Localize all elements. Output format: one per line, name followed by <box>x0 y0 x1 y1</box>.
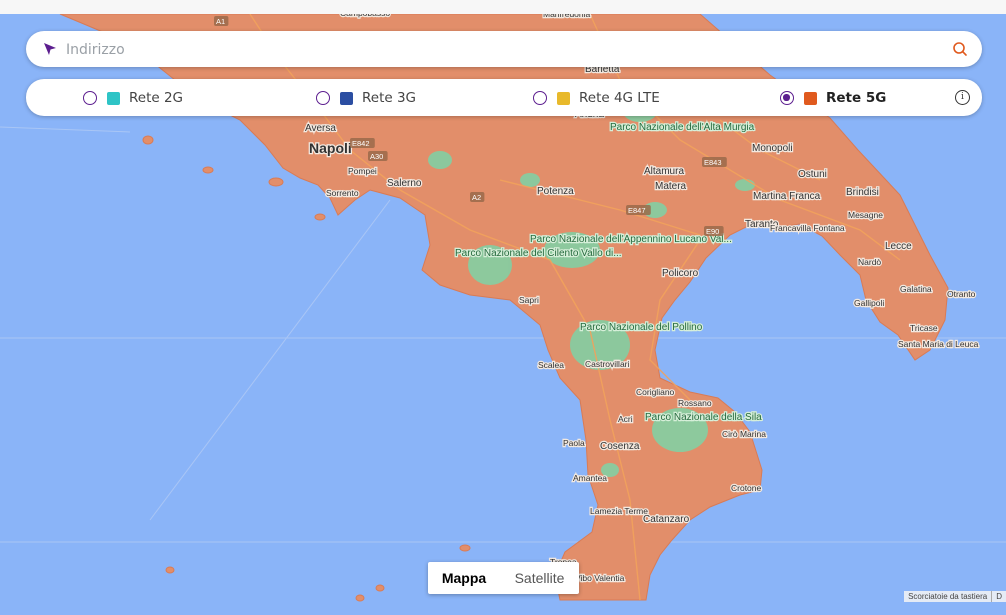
road-label: A30 <box>370 152 383 161</box>
radio-button[interactable] <box>316 91 330 105</box>
map-label: Tricase <box>910 323 938 333</box>
road-label: E843 <box>704 158 722 167</box>
map-label: Parco Nazionale della Sila <box>645 412 762 423</box>
map-label: Potenza <box>537 186 574 197</box>
road-shield: E847 <box>626 205 651 215</box>
filter-rete-5g[interactable]: Rete 5G <box>780 89 886 107</box>
map-label: Martina Franca <box>753 191 821 202</box>
color-swatch <box>804 91 817 105</box>
map-label: Lamezia Terme <box>590 506 648 516</box>
map-label: Parco Nazionale del Cilento Vallo di... <box>455 248 622 259</box>
navigation-arrow-icon[interactable] <box>43 42 57 56</box>
map-label: Acri <box>618 414 633 424</box>
color-swatch <box>557 91 570 105</box>
map-label: Salerno <box>387 178 422 189</box>
road-label: A1 <box>216 17 225 26</box>
network-filter-bar: Rete 2G Rete 3G Rete 4G LTE Rete 5G i <box>26 79 982 116</box>
map-label: Castrovillari <box>585 359 630 369</box>
map-label: Catanzaro <box>643 514 690 525</box>
info-icon[interactable]: i <box>955 90 970 105</box>
map-label: Galatina <box>900 284 932 294</box>
map-label: Parco Nazionale del Pollino <box>580 322 703 333</box>
search-icon[interactable] <box>952 41 968 57</box>
map-label: Sapri <box>519 295 539 305</box>
map-label: Francavilla Fontana <box>770 223 845 233</box>
map-type-control: Mappa Satellite <box>428 562 579 594</box>
top-strip <box>0 0 1006 14</box>
road-label: A2 <box>472 193 481 202</box>
road-label: E847 <box>628 206 646 215</box>
map-label: Vibo Valentia <box>575 573 625 583</box>
keyboard-shortcuts-link[interactable]: Scorciatoie da tastiera <box>904 591 991 602</box>
map-label: Corigliano <box>636 387 675 397</box>
map-type-satellite-button[interactable]: Satellite <box>500 562 579 594</box>
road-shield: A2 <box>470 192 485 202</box>
map-label: Napoli <box>309 140 352 156</box>
address-input[interactable] <box>64 38 928 62</box>
map-label: Policoro <box>662 268 699 279</box>
filter-rete-3g[interactable]: Rete 3G <box>316 89 416 107</box>
address-search-bar[interactable] <box>26 31 982 67</box>
filter-rete-2g[interactable]: Rete 2G <box>83 89 183 107</box>
map-label: Parco Nazionale dell'Appennino Lucano Va… <box>530 234 732 245</box>
filter-label: Rete 2G <box>129 90 184 106</box>
map-label: Parco Nazionale dell'Alta Murgia <box>610 122 755 133</box>
filter-label: Rete 3G <box>362 90 417 106</box>
radio-button[interactable] <box>533 91 547 105</box>
map-label: Parco Nazionale dell'Alta Murgia <box>610 122 755 133</box>
map-label: Cirò Marina <box>722 429 766 439</box>
map-label: Rossano <box>678 398 712 408</box>
map-label: Monopoli <box>752 143 793 154</box>
road-label: E90 <box>706 227 719 236</box>
radio-button-selected[interactable] <box>780 91 794 105</box>
map-attribution: Scorciatoie da tastiera D <box>904 591 1006 602</box>
map-data-link[interactable]: D <box>991 591 1006 602</box>
map-label: Cosenza <box>600 441 640 452</box>
map-label: Pompei <box>348 166 377 176</box>
filter-rete-4g-lte[interactable]: Rete 4G LTE <box>533 89 660 107</box>
road-shield: E842 <box>350 138 375 148</box>
road-label: E842 <box>352 139 370 148</box>
map-label: Sorrento <box>326 188 359 198</box>
map-label: Amantea <box>573 473 607 483</box>
map-label: Santa Maria di Leuca <box>898 339 979 349</box>
road-shield: A30 <box>368 151 388 161</box>
map-label: Ostuni <box>798 169 827 180</box>
filter-label: Rete 5G <box>826 90 887 106</box>
map-label: Mesagne <box>848 210 883 220</box>
map-type-map-button[interactable]: Mappa <box>428 562 500 594</box>
road-shield: E843 <box>702 157 727 167</box>
filter-label: Rete 4G LTE <box>579 90 660 106</box>
map-label: Aversa <box>305 123 336 134</box>
map-label: Gallipoli <box>854 298 884 308</box>
map-label: Nardò <box>858 257 881 267</box>
road-shield: A1 <box>214 16 229 26</box>
map-label: Brindisi <box>846 187 879 198</box>
map-label: Paola <box>563 438 585 448</box>
radio-button[interactable] <box>83 91 97 105</box>
map-label: Crotone <box>731 483 762 493</box>
map-label: Otranto <box>947 289 976 299</box>
road-shield: E90 <box>704 226 724 236</box>
map-label: Scalea <box>538 360 564 370</box>
map-label: Altamura <box>644 166 684 177</box>
color-swatch <box>107 91 120 105</box>
map-label: Matera <box>655 181 687 192</box>
map-label: Lecce <box>885 241 912 252</box>
color-swatch <box>340 91 353 105</box>
